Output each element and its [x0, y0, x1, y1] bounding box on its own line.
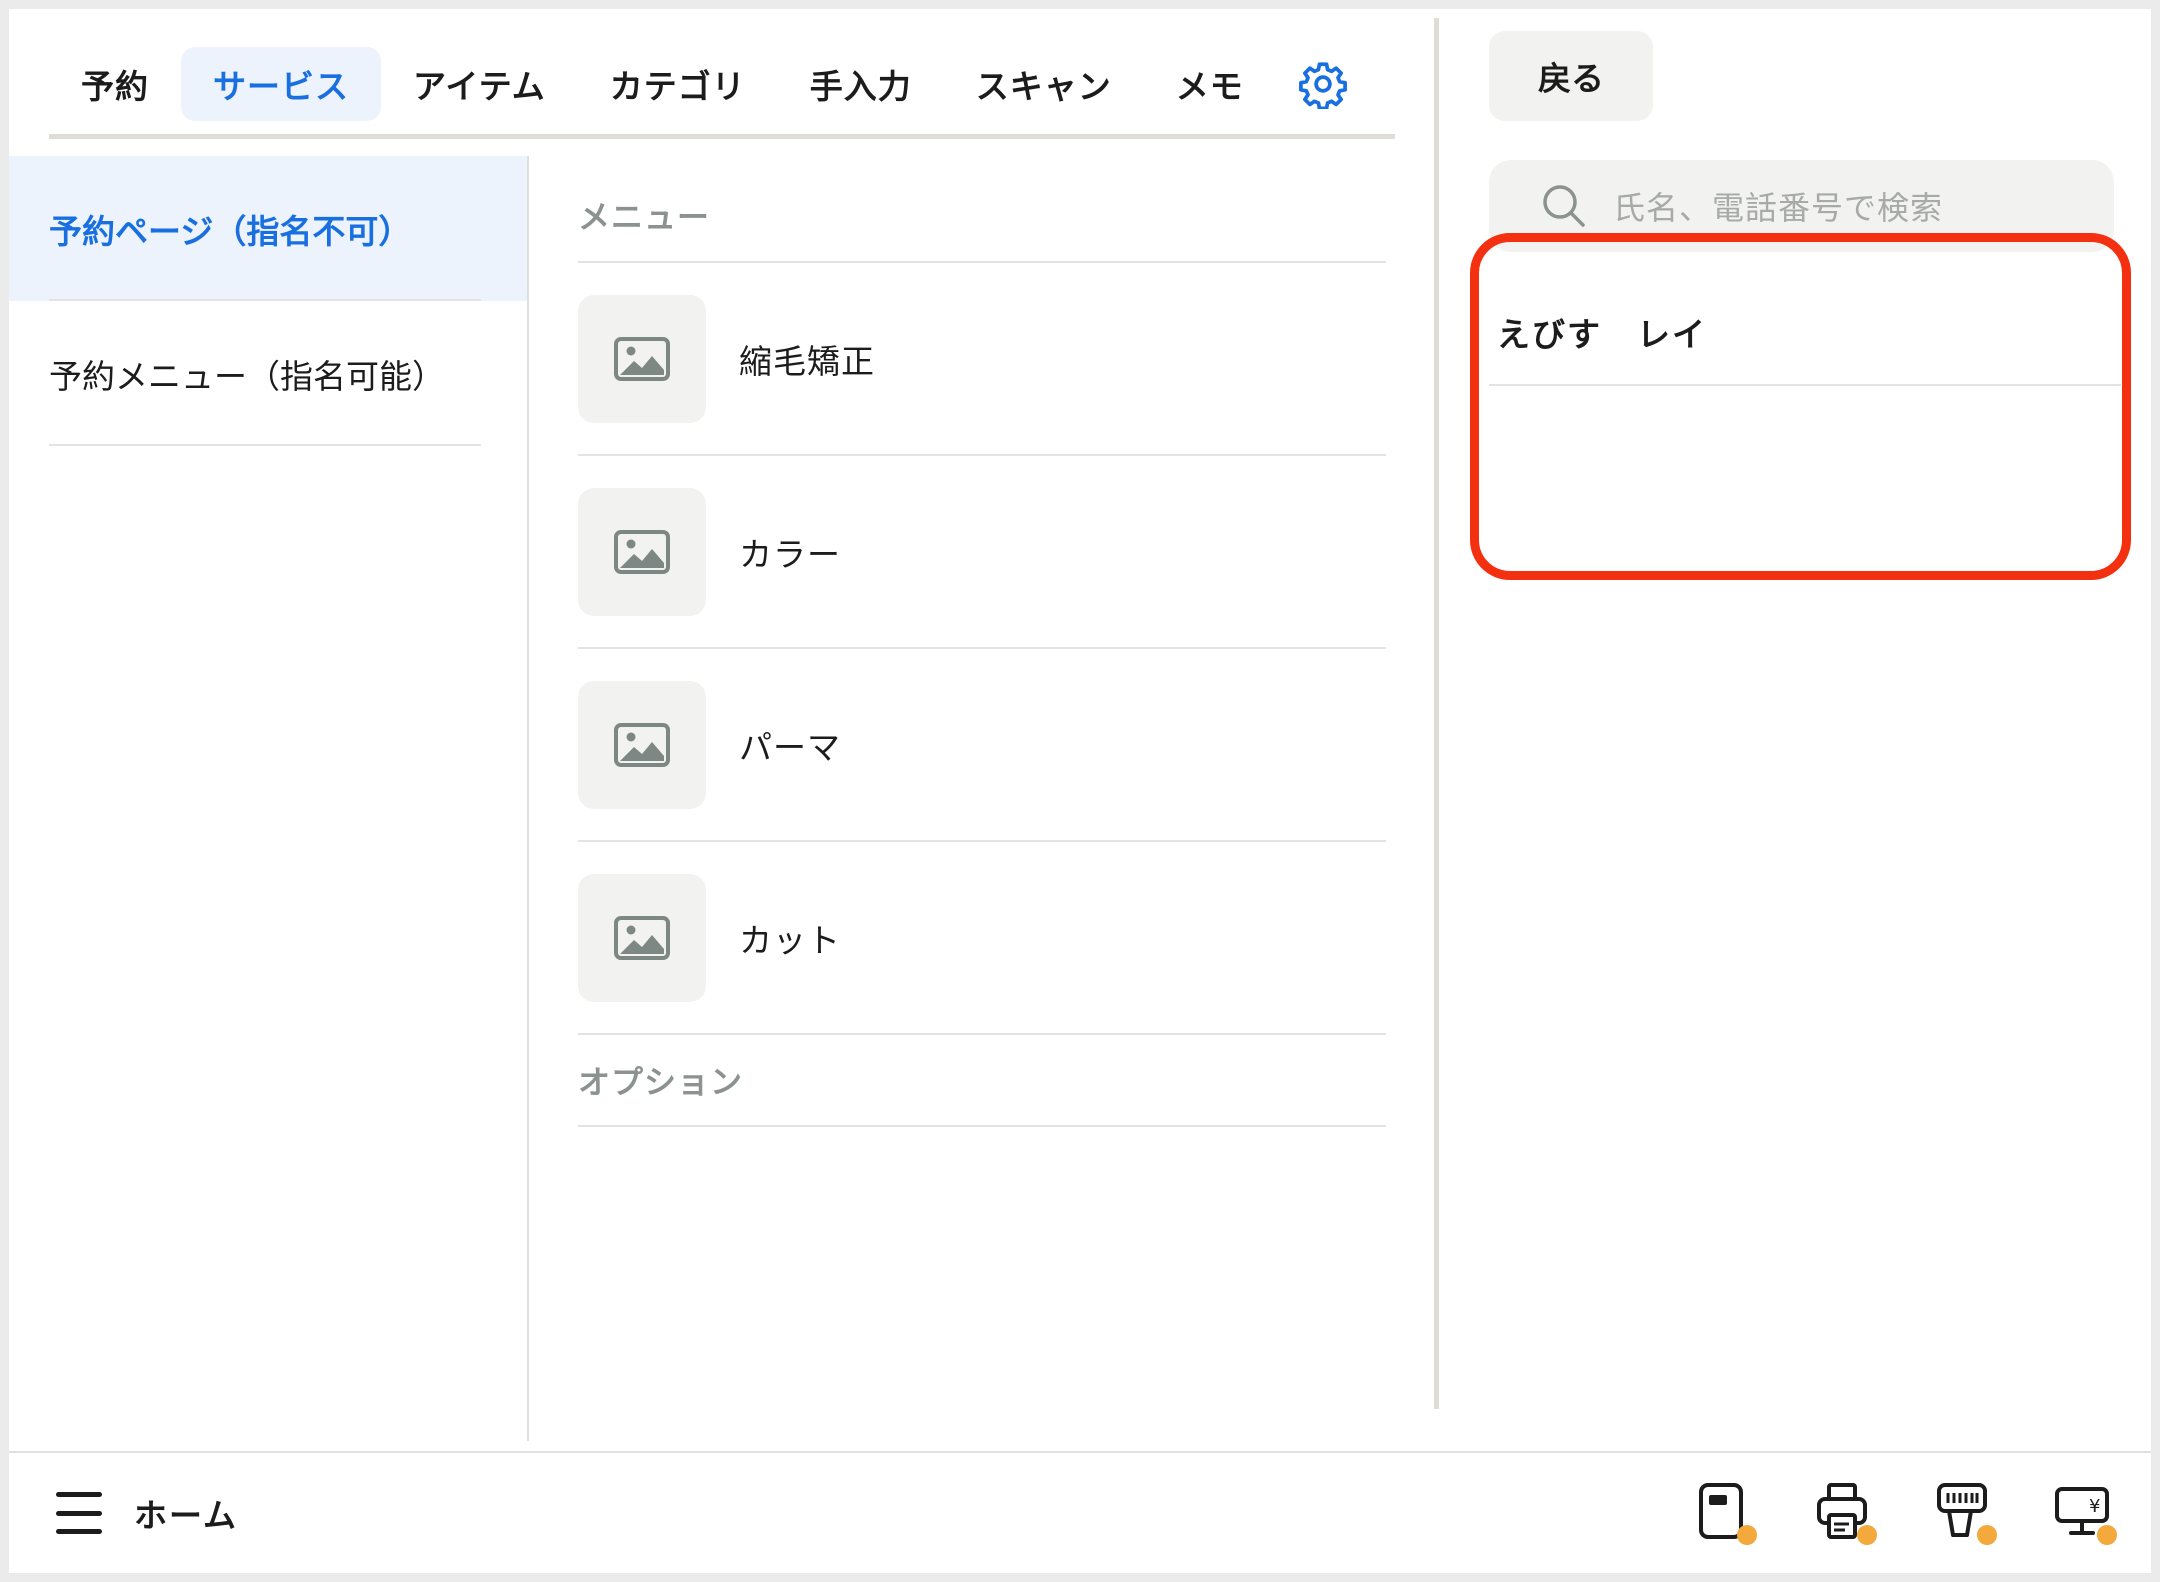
- tab-manual-entry[interactable]: 手入力: [778, 47, 944, 121]
- highlight-box: [1470, 233, 2131, 580]
- sidebar-item-reservation-menu[interactable]: 予約メニュー（指名可能）: [9, 301, 527, 446]
- sidebar-item-label: 予約ページ（指名不可）: [49, 211, 412, 251]
- image-placeholder-icon: [578, 680, 706, 809]
- tab-reservation[interactable]: 予約: [49, 47, 181, 121]
- sidebar-item-label: 予約メニュー（指名可能）: [49, 356, 445, 396]
- menu-icon[interactable]: [56, 1492, 102, 1534]
- tab-item[interactable]: アイテム: [381, 47, 578, 121]
- tab-category[interactable]: カテゴリ: [578, 47, 778, 121]
- card-reader-icon[interactable]: [1695, 1481, 1757, 1545]
- list-item[interactable]: カラー: [578, 456, 1386, 649]
- list-item[interactable]: 縮毛矯正: [578, 263, 1386, 456]
- tab-scan[interactable]: スキャン: [944, 47, 1144, 121]
- menu-item-label: カラー: [739, 534, 841, 574]
- section-title-option[interactable]: オプション: [578, 1035, 1386, 1127]
- menu-item-label: 縮毛矯正: [739, 341, 875, 381]
- sidebar-item-reservation-page[interactable]: 予約ページ（指名不可）: [9, 156, 527, 301]
- service-list: メニュー 縮毛矯正 カラー パーマ カット オプション: [578, 169, 1386, 1127]
- home-label[interactable]: ホーム: [134, 1489, 238, 1537]
- search-placeholder: 氏名、電話番号で検索: [1613, 189, 1944, 227]
- image-placeholder-icon: [578, 873, 706, 1002]
- bottom-bar: ホーム ¥: [9, 1451, 2151, 1573]
- image-placeholder-icon: [578, 294, 706, 423]
- tab-memo[interactable]: メモ: [1144, 47, 1276, 121]
- list-item[interactable]: パーマ: [578, 649, 1386, 842]
- menu-item-label: パーマ: [739, 727, 841, 767]
- back-button[interactable]: 戻る: [1489, 31, 1653, 121]
- svg-text:¥: ¥: [2089, 1496, 2100, 1517]
- list-item[interactable]: カット: [578, 842, 1386, 1035]
- barcode-scanner-icon[interactable]: [1935, 1481, 1997, 1545]
- tab-bar: 予約 サービス アイテム カテゴリ 手入力 スキャン メモ: [49, 37, 1395, 139]
- panel-divider: [1434, 18, 1439, 1409]
- device-status-group: ¥: [1695, 1481, 2117, 1545]
- gear-icon[interactable]: [1286, 47, 1360, 121]
- app-window: 予約 サービス アイテム カテゴリ 手入力 スキャン メモ 予約ページ（指名不可…: [9, 9, 2151, 1573]
- cash-register-icon[interactable]: ¥: [2055, 1481, 2117, 1545]
- section-title-menu: メニュー: [578, 169, 1386, 263]
- receipt-printer-icon[interactable]: [1815, 1481, 1877, 1545]
- tab-service[interactable]: サービス: [181, 46, 381, 121]
- menu-item-label: カット: [739, 920, 841, 960]
- image-placeholder-icon: [578, 487, 706, 616]
- category-sidebar: 予約ページ（指名不可） 予約メニュー（指名可能）: [9, 156, 529, 1441]
- search-icon: [1543, 185, 1585, 227]
